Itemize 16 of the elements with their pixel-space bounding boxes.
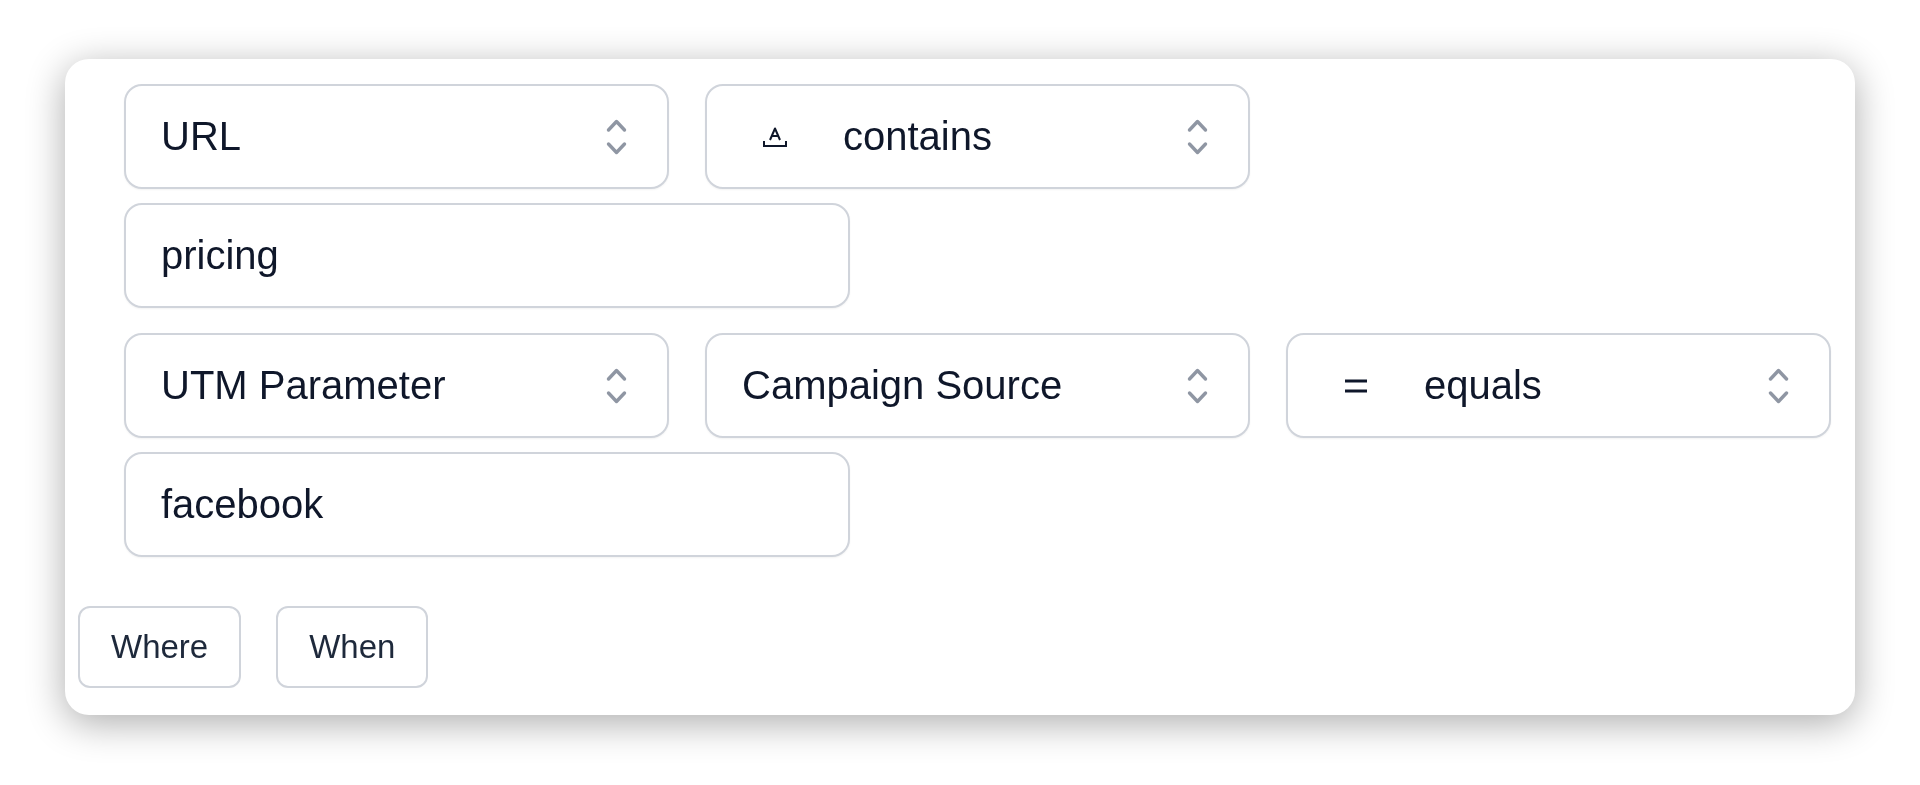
filter-type-button[interactable]: When bbox=[276, 606, 429, 688]
chevron-up-down-icon bbox=[606, 366, 627, 405]
text-format-icon bbox=[763, 126, 787, 147]
dropdown-select[interactable]: equals bbox=[1286, 333, 1831, 438]
dropdown-select[interactable]: Campaign Source bbox=[705, 333, 1250, 438]
filter-type-button[interactable]: Where bbox=[78, 606, 242, 688]
value-input[interactable]: facebook bbox=[124, 452, 850, 557]
chevron-up-down-icon bbox=[1768, 366, 1789, 405]
dropdown-select[interactable]: contains bbox=[705, 84, 1250, 189]
dropdown-select[interactable]: URL bbox=[124, 84, 669, 189]
chevron-up-down-icon bbox=[606, 117, 627, 156]
dropdown-select[interactable]: UTM Parameter bbox=[124, 333, 669, 438]
chevron-up-down-icon bbox=[1187, 117, 1208, 156]
chevron-up-down-icon bbox=[1187, 366, 1208, 405]
value-input[interactable]: pricing bbox=[124, 203, 850, 308]
equals-icon bbox=[1344, 378, 1368, 393]
